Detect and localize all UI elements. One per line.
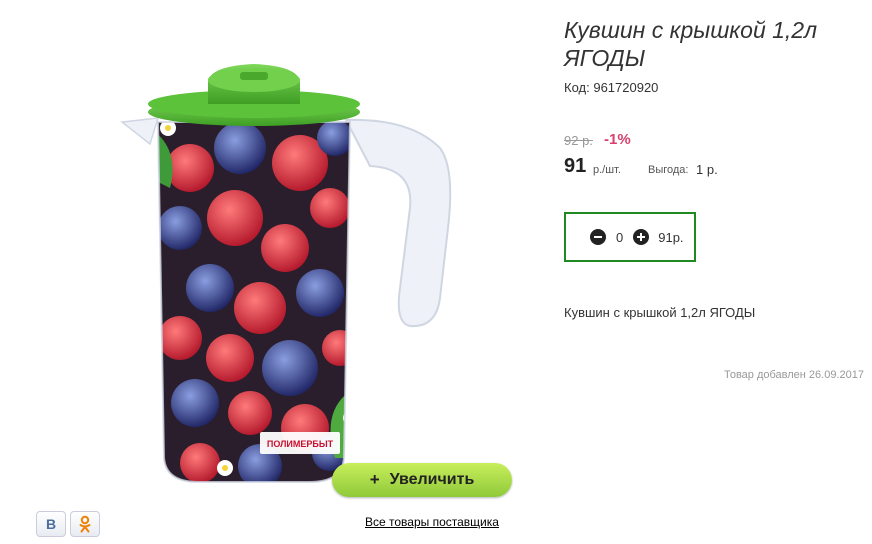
benefit-label: Выгода: [648,164,689,176]
price: 91 [564,155,587,177]
product-title: Кувшин с крышкой 1,2л ЯГОДЫ [564,17,818,71]
vk-share-button[interactable]: B [36,511,66,537]
old-price: 92 р. [564,133,593,148]
quantity-total: 91р. [658,229,684,245]
added-date: Товар добавлен 26.09.2017 [723,369,864,381]
quantity-value: 0 [616,229,624,245]
pitcher-illustration: ПОЛИМЕРБЫТ [120,64,452,483]
social-share: B [36,511,100,537]
product-code: Код: 961720920 [564,80,658,95]
product-code-value: 961720920 [593,80,659,95]
ok-share-button[interactable] [70,511,100,537]
plus-circle-icon[interactable] [633,229,650,245]
discount-badge: -1% [604,131,631,148]
zoom-button[interactable]: + Увеличить [332,463,512,497]
quantity-stepper: 0 91р. [564,212,696,262]
benefit-value: 1 р. [696,162,718,177]
product-code-label: Код: [564,80,590,95]
vk-icon: B [45,516,57,532]
minus-icon[interactable] [590,229,606,245]
product-description: Кувшин с крышкой 1,2л ЯГОДЫ [564,305,756,320]
plus-icon: + [369,470,380,489]
odnoklassniki-icon [79,515,91,533]
supplier-products-link[interactable]: Все товары поставщика [365,515,499,529]
zoom-button-label: Увеличить [389,471,475,488]
product-image[interactable]: ПОЛИМЕРБЫТ [110,58,460,488]
price-unit: р./шт. [593,164,621,176]
brand-sticker-text: ПОЛИМЕРБЫТ [267,439,334,449]
